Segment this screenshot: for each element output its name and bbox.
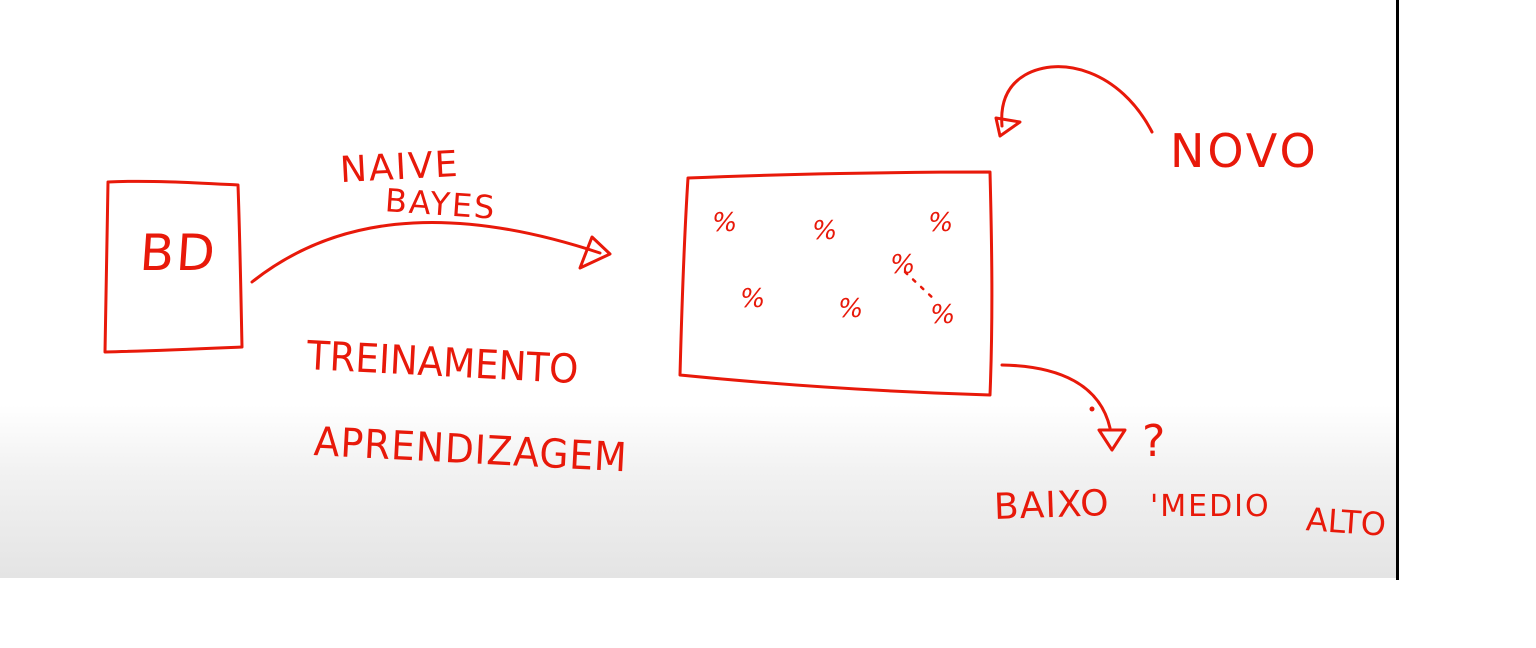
model-cell: %: [925, 208, 956, 238]
new-input-label: NOVO: [1170, 124, 1319, 178]
algorithm-label-line2: BAYES: [383, 181, 498, 227]
class-label-low: BAIXO: [993, 482, 1111, 529]
model-cell: %: [927, 300, 958, 330]
model-box: [678, 170, 994, 397]
model-cell: %: [809, 216, 840, 246]
prediction-arrowhead: [1097, 428, 1127, 452]
model-cell: %: [835, 294, 866, 324]
whiteboard-canvas: BD NAIVE BAYES TREINAMENTO APRENDIZAGEM …: [0, 0, 1536, 648]
model-cell: %: [887, 250, 918, 280]
model-cell: %: [737, 284, 768, 314]
pen-dot: [1089, 406, 1095, 412]
new-input-arrowhead: [994, 116, 1022, 138]
class-label-high: ALTO: [1304, 500, 1388, 544]
prediction-arrow: [1000, 363, 1112, 430]
new-input-arrow: [1000, 65, 1154, 134]
training-arrow: [250, 220, 602, 284]
prediction-label: ?: [1142, 416, 1168, 467]
class-label-medium: 'MEDIO: [1150, 489, 1271, 524]
database-label: BD: [137, 224, 219, 282]
diagram-sketch: [103, 65, 1154, 452]
model-cell: %: [709, 208, 740, 238]
